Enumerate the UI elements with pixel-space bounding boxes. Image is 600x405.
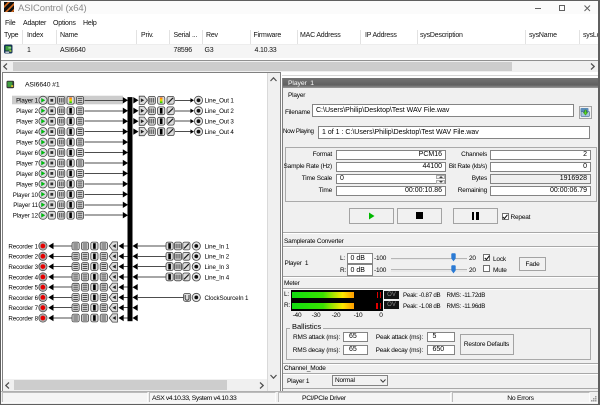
svg-text:Recorder 3: Recorder 3 — [8, 264, 38, 271]
svg-text:Recorder 5: Recorder 5 — [8, 285, 38, 292]
svg-text:Player 2: Player 2 — [16, 108, 39, 115]
svg-text:Recorder 6: Recorder 6 — [8, 295, 38, 302]
svg-text:Player 11: Player 11 — [13, 202, 38, 209]
svg-text:Player 12: Player 12 — [13, 213, 39, 220]
svg-text:Player 8: Player 8 — [16, 171, 39, 178]
svg-text:Player 7: Player 7 — [16, 160, 39, 167]
svg-text:Recorder 8: Recorder 8 — [8, 315, 38, 322]
svg-text:Player 9: Player 9 — [16, 181, 39, 188]
svg-text:Recorder 4: Recorder 4 — [8, 274, 38, 281]
svg-text:ASI6640 #1: ASI6640 #1 — [25, 81, 60, 88]
svg-text:Recorder 2: Recorder 2 — [8, 254, 38, 261]
svg-text:Line_Out 2: Line_Out 2 — [205, 108, 235, 115]
svg-text:Line_In 3: Line_In 3 — [205, 264, 230, 271]
svg-text:Recorder 7: Recorder 7 — [8, 305, 38, 312]
svg-text:Line_In 1: Line_In 1 — [205, 243, 230, 250]
svg-text:ClockSourceIn 1: ClockSourceIn 1 — [205, 295, 250, 302]
svg-text:Line_Out 1: Line_Out 1 — [205, 98, 235, 105]
svg-text:Recorder 1: Recorder 1 — [8, 243, 38, 250]
svg-text:Player 6: Player 6 — [16, 150, 39, 157]
svg-text:Line_In 4: Line_In 4 — [205, 274, 230, 281]
svg-text:Player 4: Player 4 — [16, 129, 39, 136]
svg-text:Line_Out 4: Line_Out 4 — [205, 129, 235, 136]
svg-text:Line_Out 3: Line_Out 3 — [205, 119, 235, 126]
svg-text:Line_In 2: Line_In 2 — [205, 254, 230, 261]
svg-text:Player 10: Player 10 — [13, 192, 39, 199]
svg-text:Player 5: Player 5 — [16, 140, 39, 147]
svg-text:Player 1: Player 1 — [16, 98, 39, 105]
svg-text:Player 3: Player 3 — [16, 119, 39, 126]
